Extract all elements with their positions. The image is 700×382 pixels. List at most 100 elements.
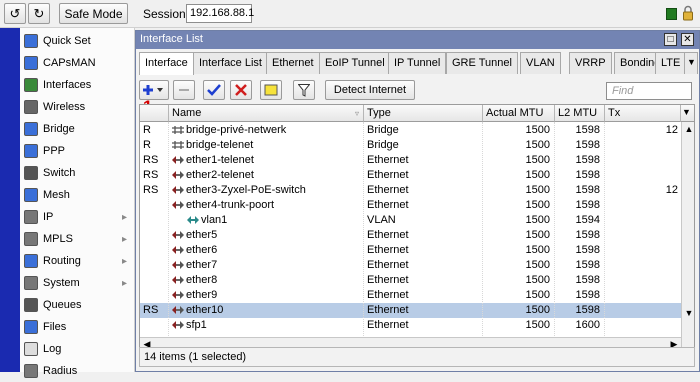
scroll-up-icon[interactable]: ▲ — [682, 122, 694, 136]
enable-button[interactable] — [203, 80, 225, 100]
name-cell: ether3-Zyxel-PoE-switch — [186, 184, 306, 196]
find-input[interactable]: Find — [606, 82, 692, 100]
tab-vlan[interactable]: VLAN — [520, 52, 561, 74]
undo-button[interactable]: ↺ — [4, 3, 26, 24]
tab-vrrp[interactable]: VRRP — [569, 52, 612, 74]
sidebar-item-switch[interactable]: Switch — [20, 162, 135, 184]
table-row[interactable]: ether5 Ethernet 1500 1598 — [140, 228, 681, 243]
sidebar-item-label: Interfaces — [43, 79, 92, 91]
sidebar-item-wireless[interactable]: Wireless — [20, 96, 135, 118]
flags-cell: RS — [143, 169, 159, 181]
column-menu-arrow-icon[interactable]: ▼ — [681, 105, 694, 122]
tab-overflow-arrow-icon[interactable]: ▼ — [684, 52, 698, 74]
tab-ip-tunnel[interactable]: IP Tunnel — [388, 52, 447, 74]
sidebar-item-files[interactable]: Files — [20, 316, 135, 338]
l2mtu-cell: 1594 — [575, 214, 600, 226]
table-row[interactable]: vlan1 VLAN 1500 1594 — [140, 213, 681, 228]
sidebar-item-interfaces[interactable]: Interfaces — [20, 74, 135, 96]
column-divider — [604, 122, 605, 351]
submenu-arrow-icon: ▸ — [121, 277, 127, 289]
tab-interface[interactable]: Interface — [139, 52, 194, 75]
table-row[interactable]: RS ether10 Ethernet 1500 1598 — [140, 303, 681, 318]
sidebar-item-ppp[interactable]: PPP — [20, 140, 135, 162]
table-row[interactable]: sfp1 Ethernet 1500 1600 — [140, 318, 681, 333]
table-row[interactable]: ether6 Ethernet 1500 1598 — [140, 243, 681, 258]
sidebar-item-routing[interactable]: Routing ▸ — [20, 250, 135, 272]
sidebar-item-bridge[interactable]: Bridge — [20, 118, 135, 140]
table-row[interactable]: ether9 Ethernet 1500 1598 — [140, 288, 681, 303]
status-indicator-icon — [666, 8, 677, 20]
bridge-icon — [24, 122, 38, 136]
table-row[interactable]: RS ether2-telenet Ethernet 1500 1598 — [140, 168, 681, 183]
tab-gre-tunnel[interactable]: GRE Tunnel — [446, 52, 518, 74]
filter-icon — [298, 83, 310, 97]
remove-button[interactable] — [173, 80, 195, 100]
tab-eoip-tunnel[interactable]: EoIP Tunnel — [319, 52, 391, 74]
name-cell: vlan1 — [201, 214, 228, 226]
column-header-name[interactable]: Name — [169, 105, 364, 122]
sidebar-item-ip[interactable]: IP ▸ — [20, 206, 135, 228]
sidebar-item-radius[interactable]: Radius — [20, 360, 135, 382]
sidebar-item-label: CAPsMAN — [43, 57, 96, 69]
table-row[interactable]: ether7 Ethernet 1500 1598 — [140, 258, 681, 273]
column-header-l2-mtu[interactable]: L2 MTU — [555, 105, 605, 122]
type-cell: Ethernet — [367, 184, 409, 196]
sidebar-item-queues[interactable]: Queues — [20, 294, 135, 316]
interface-list-window: Interface List □ ✕ Interface Interface Li… — [135, 30, 700, 372]
type-cell: Ethernet — [367, 154, 409, 166]
tab-ethernet[interactable]: Ethernet — [266, 52, 320, 74]
name-cell: ether7 — [186, 259, 218, 271]
detect-internet-button[interactable]: Detect Internet — [325, 80, 415, 100]
sidebar-menu: Quick Set CAPsMAN Interfaces Wireless Bridge… — [20, 28, 135, 378]
table-row[interactable]: Rbridge-telenet Bridge 1500 1598 — [140, 138, 681, 153]
sidebar-item-capsman[interactable]: CAPsMAN — [20, 52, 135, 74]
sidebar-item-mesh[interactable]: Mesh — [20, 184, 135, 206]
scroll-down-icon[interactable]: ▼ — [682, 306, 694, 320]
sidebar-item-label: PPP — [43, 145, 66, 157]
add-icon — [143, 85, 163, 95]
sidebar-item-log[interactable]: Log — [20, 338, 135, 360]
sidebar-item-mpls[interactable]: MPLS ▸ — [20, 228, 135, 250]
ethernet-icon — [171, 260, 185, 273]
mtu-cell: 1500 — [525, 184, 550, 196]
table-row[interactable]: ether4-trunk-poort Ethernet 1500 1598 — [140, 198, 681, 213]
safe-mode-button[interactable]: Safe Mode — [59, 3, 128, 24]
table-row[interactable]: ether8 Ethernet 1500 1598 — [140, 273, 681, 288]
mtu-cell: 1500 — [525, 154, 550, 166]
l2mtu-cell: 1598 — [575, 124, 600, 136]
table-row[interactable]: RS ether1-telenet Ethernet 1500 1598 — [140, 153, 681, 168]
type-cell: Ethernet — [367, 229, 409, 241]
column-header-actual-mtu[interactable]: Actual MTU — [483, 105, 555, 122]
table-row[interactable]: Rbridge-privé-netwerk Bridge 1500 1598 12 — [140, 123, 681, 138]
sidebar-item-system[interactable]: System ▸ — [20, 272, 135, 294]
files-icon — [24, 320, 38, 334]
mpls-icon — [24, 232, 38, 246]
mtu-cell: 1500 — [525, 289, 550, 301]
vertical-scrollbar[interactable]: ▲ ▼ — [681, 122, 694, 351]
table-row[interactable]: RS ether3-Zyxel-PoE-switch Ethernet 1500 159… — [140, 183, 681, 198]
sidebar-item-quick-set[interactable]: Quick Set — [20, 30, 135, 52]
ethernet-icon — [171, 305, 185, 318]
column-header-type[interactable]: Type — [364, 105, 483, 122]
close-window-button[interactable]: ✕ — [681, 33, 694, 46]
ip-icon — [24, 210, 38, 224]
disable-button[interactable] — [230, 80, 252, 100]
session-field[interactable]: 192.168.88.1 — [186, 4, 254, 23]
mtu-cell: 1500 — [525, 244, 550, 256]
interface-table: Name Type Actual MTU L2 MTU Tx ▼ ▿ Rbridge-priv… — [139, 104, 695, 352]
window-titlebar[interactable]: Interface List □ ✕ — [136, 31, 699, 49]
type-cell: Ethernet — [367, 289, 409, 301]
session-label: Session: — [143, 7, 190, 21]
column-divider — [168, 122, 169, 351]
comment-button[interactable] — [260, 80, 282, 100]
maximize-window-button[interactable]: □ — [664, 33, 677, 46]
ethernet-icon — [171, 290, 185, 303]
tx-cell: 12 — [665, 184, 678, 196]
column-header-tx[interactable]: Tx — [605, 105, 681, 122]
l2mtu-cell: 1598 — [575, 139, 600, 151]
tab-interface-list[interactable]: Interface List — [193, 52, 268, 74]
filter-button[interactable] — [293, 80, 315, 100]
redo-button[interactable]: ↻ — [28, 3, 50, 24]
column-header-flags[interactable] — [140, 105, 169, 122]
tab-lte[interactable]: LTE — [655, 52, 687, 74]
